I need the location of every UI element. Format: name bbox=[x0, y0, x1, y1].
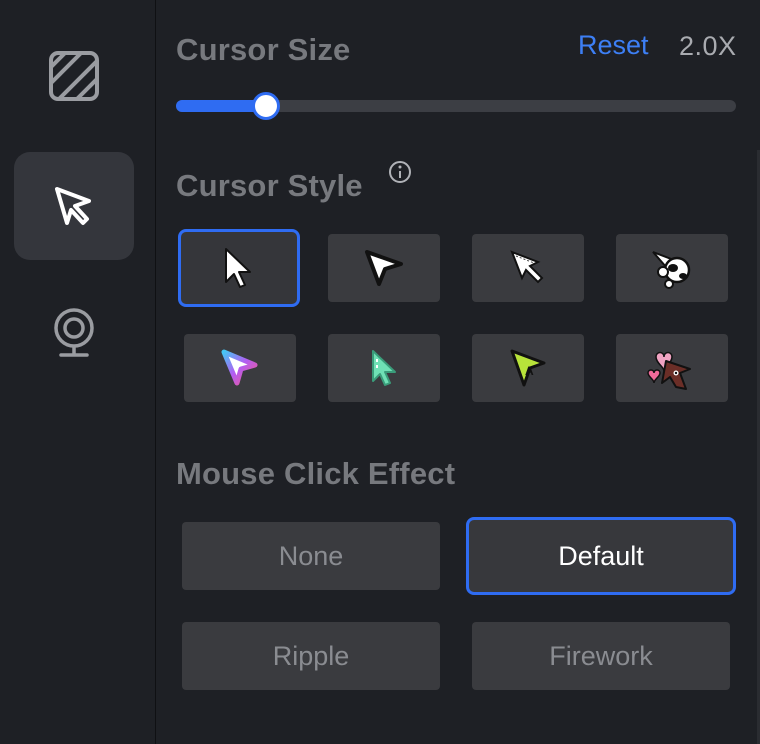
settings-panel: Cursor Size Reset 2.0X Cursor Style A Mo… bbox=[156, 0, 760, 744]
cursor-size-value: 2.0X bbox=[679, 31, 737, 61]
sidebar-item-camera[interactable] bbox=[14, 280, 134, 388]
click-effect-title: Mouse Click Effect bbox=[176, 456, 456, 491]
cursor-style-option[interactable]: A bbox=[472, 334, 584, 402]
cursor-style-option[interactable] bbox=[616, 334, 728, 402]
effect-option-none[interactable]: None bbox=[182, 522, 440, 590]
cursor-size-slider[interactable] bbox=[176, 92, 736, 120]
cursor-size-title: Cursor Size bbox=[176, 32, 351, 67]
sidebar-item-background[interactable] bbox=[14, 22, 134, 130]
background-stripes-icon bbox=[49, 51, 99, 101]
cursor-style-option[interactable] bbox=[472, 234, 584, 302]
slider-thumb[interactable] bbox=[251, 92, 280, 120]
mint-arrow-icon bbox=[372, 350, 396, 386]
svg-text:A: A bbox=[525, 364, 534, 378]
cursor-style-option[interactable] bbox=[616, 234, 728, 302]
pixel-arrow-icon bbox=[510, 250, 544, 284]
webcam-icon bbox=[54, 308, 94, 357]
white-pointer-arrow-icon bbox=[365, 250, 403, 286]
cursor-style-option[interactable] bbox=[328, 334, 440, 402]
classic-white-arrow-icon bbox=[225, 248, 251, 288]
sidebar bbox=[0, 0, 156, 744]
effect-option-firework[interactable]: Firework bbox=[472, 622, 730, 690]
sidebar-item-cursor[interactable] bbox=[14, 152, 134, 260]
reset-button[interactable]: Reset bbox=[578, 30, 649, 61]
astronaut-cursor-icon bbox=[652, 251, 691, 289]
lime-pointer-icon: A bbox=[510, 349, 546, 387]
effect-option-default[interactable]: Default bbox=[466, 517, 736, 595]
bear-hearts-cursor-icon bbox=[647, 351, 691, 390]
cursor-style-option[interactable] bbox=[328, 234, 440, 302]
info-icon[interactable] bbox=[388, 160, 412, 184]
gradient-arrow-icon bbox=[221, 349, 258, 386]
cursor-style-title: Cursor Style bbox=[176, 168, 363, 203]
cursor-style-option[interactable] bbox=[178, 229, 300, 307]
effect-option-ripple[interactable]: Ripple bbox=[182, 622, 440, 690]
cursor-icon bbox=[55, 187, 91, 225]
cursor-style-option[interactable] bbox=[184, 334, 296, 402]
